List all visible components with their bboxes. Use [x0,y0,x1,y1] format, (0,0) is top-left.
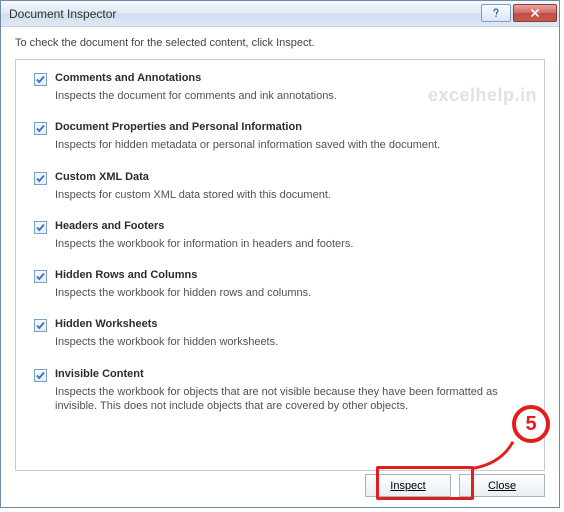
option-label: Headers and Footers [55,220,164,232]
option-hidden-rows-columns: Hidden Rows and Columns Inspects the wor… [34,269,534,300]
option-description: Inspects the workbook for objects that a… [55,385,534,414]
option-description: Inspects the workbook for hidden rows an… [55,286,534,300]
option-label: Invisible Content [55,368,144,380]
inspect-button[interactable]: Inspect [365,474,451,497]
check-icon [35,222,46,233]
option-label: Document Properties and Personal Informa… [55,121,302,133]
checkbox-invisible-content[interactable] [34,369,47,382]
inspection-options-panel: Comments and Annotations Inspects the do… [15,59,545,471]
document-inspector-dialog: Document Inspector To check the document… [0,0,560,508]
check-icon [35,123,46,134]
checkbox-document-properties[interactable] [34,122,47,135]
dialog-content: To check the document for the selected c… [1,27,559,471]
help-button[interactable] [481,4,511,22]
check-icon [35,370,46,381]
dialog-buttons: Inspect Close [365,474,545,497]
checkbox-headers-footers[interactable] [34,221,47,234]
close-icon [530,8,540,18]
checkbox-hidden-worksheets[interactable] [34,319,47,332]
titlebar: Document Inspector [1,1,559,27]
window-close-button[interactable] [513,4,557,22]
help-icon [491,8,501,18]
check-icon [35,173,46,184]
option-label: Comments and Annotations [55,72,201,84]
option-label: Hidden Worksheets [55,318,158,330]
option-document-properties: Document Properties and Personal Informa… [34,121,534,152]
check-icon [35,74,46,85]
option-description: Inspects the workbook for information in… [55,237,534,251]
checkbox-custom-xml[interactable] [34,172,47,185]
option-custom-xml: Custom XML Data Inspects for custom XML … [34,171,534,202]
close-button[interactable]: Close [459,474,545,497]
option-invisible-content: Invisible Content Inspects the workbook … [34,368,534,414]
checkbox-hidden-rows-columns[interactable] [34,270,47,283]
check-icon [35,271,46,282]
option-headers-footers: Headers and Footers Inspects the workboo… [34,220,534,251]
check-icon [35,320,46,331]
option-hidden-worksheets: Hidden Worksheets Inspects the workbook … [34,318,534,349]
option-description: Inspects for custom XML data stored with… [55,188,534,202]
option-description: Inspects the workbook for hidden workshe… [55,335,534,349]
option-label: Custom XML Data [55,171,149,183]
dialog-title: Document Inspector [9,7,479,21]
option-description: Inspects the document for comments and i… [55,89,534,103]
option-label: Hidden Rows and Columns [55,269,197,281]
option-description: Inspects for hidden metadata or personal… [55,138,534,152]
intro-text: To check the document for the selected c… [15,37,545,49]
checkbox-comments-annotations[interactable] [34,73,47,86]
option-comments-annotations: Comments and Annotations Inspects the do… [34,72,534,103]
